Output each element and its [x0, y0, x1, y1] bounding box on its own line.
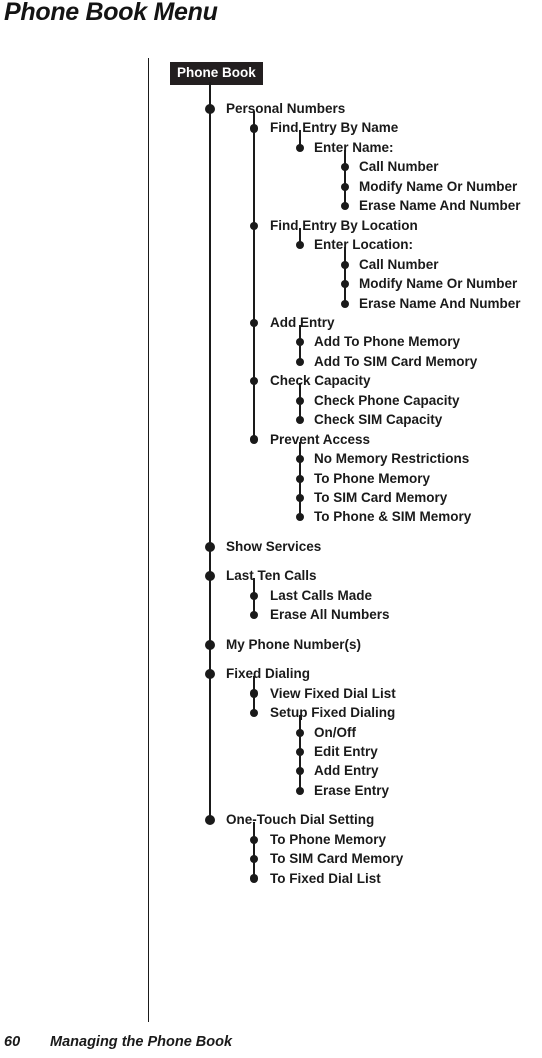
bullet-icon	[249, 318, 259, 328]
bullet-icon	[296, 728, 304, 737]
tree-connector	[209, 109, 211, 821]
tree-node-label: Personal Numbers	[226, 101, 346, 116]
bullet-icon	[249, 611, 259, 620]
tree-node-label: Erase Name And Number	[359, 295, 521, 311]
bullet-icon	[205, 815, 215, 826]
tree-node-label: Find Entry By Name	[270, 120, 399, 136]
bullet-icon	[249, 835, 259, 844]
tree-node-label: To Phone Memory	[314, 470, 431, 486]
bullet-icon	[296, 338, 304, 347]
tree-node-label: Find Entry By Location	[270, 217, 418, 233]
tree-node-label: Erase Name And Number	[359, 198, 521, 214]
bullet-icon	[296, 455, 304, 464]
tree-node-label: View Fixed Dial List	[270, 685, 396, 701]
bullet-icon	[296, 786, 304, 795]
bullet-icon	[341, 260, 349, 269]
tree-node-label: Enter Location:	[314, 237, 414, 253]
tree-node-label: To Phone & SIM Memory	[314, 509, 472, 525]
tree-node-label: Check SIM Capacity	[314, 412, 443, 428]
phone-book-menu-tree: Personal Numbers Find Entry By Name Enter …	[0, 0, 542, 1058]
bullet-icon	[296, 513, 304, 522]
bullet-icon	[249, 377, 259, 386]
tree-node-label: Add To Phone Memory	[314, 334, 461, 350]
tree-node-label: Fixed Dialing	[226, 666, 311, 682]
bullet-icon	[296, 747, 304, 756]
footer-page-number: 60	[4, 1034, 21, 1050]
bullet-icon	[296, 767, 304, 776]
bullet-icon	[296, 494, 304, 502]
tree-node-label: Add Entry	[270, 314, 335, 330]
tree-node-label: To Phone Memory	[270, 831, 387, 847]
bullet-icon	[249, 874, 259, 883]
bullet-icon	[249, 689, 259, 698]
bullet-icon	[341, 280, 349, 289]
tree-node-label: To SIM Card Memory	[270, 851, 404, 867]
tree-node-label: Erase Entry	[314, 782, 390, 798]
tree-node-label: No Memory Restrictions	[314, 451, 470, 467]
bullet-icon	[296, 416, 304, 425]
tree-node-label: One-Touch Dial Setting	[226, 812, 375, 828]
tree-node-label: Last Calls Made	[270, 587, 373, 603]
tree-node-label: Erase All Numbers	[270, 607, 390, 623]
tree-node-label: Edit Entry	[314, 743, 378, 759]
tree-node-label: Setup Fixed Dialing	[270, 705, 396, 721]
tree-node-label: Check Capacity	[270, 373, 371, 389]
tree-node-label: Add To SIM Card Memory	[314, 353, 478, 369]
bullet-icon	[341, 202, 349, 211]
tree-node-label: Call Number	[359, 159, 439, 175]
tree-node-label: Enter Name:	[314, 139, 394, 155]
tree-node-label: My Phone Number(s)	[226, 636, 362, 652]
bullet-icon	[341, 163, 349, 172]
tree-node-label: On/Off	[314, 724, 356, 740]
bullet-icon	[341, 299, 349, 308]
bullet-icon	[296, 474, 304, 483]
bullet-icon	[296, 357, 304, 366]
tree-connector	[299, 459, 301, 518]
bullet-icon	[249, 855, 259, 864]
tree-node-label: Last Ten Calls	[226, 568, 317, 584]
bullet-icon	[205, 104, 215, 114]
tree-node-label: Check Phone Capacity	[314, 392, 460, 408]
footer-section-title: Managing the Phone Book	[50, 1034, 233, 1050]
tree-node-label: Prevent Access	[270, 431, 371, 447]
tree-node-label: To SIM Card Memory	[314, 490, 448, 505]
bullet-icon	[296, 143, 304, 152]
bullet-icon	[205, 541, 215, 552]
bullet-icon	[249, 435, 259, 444]
tree-node-label: Modify Name Or Number	[359, 178, 518, 194]
bullet-icon	[249, 221, 259, 230]
tree-connector	[252, 128, 256, 440]
tree-connector	[299, 732, 301, 791]
bullet-icon	[205, 669, 215, 680]
bullet-icon	[249, 591, 259, 600]
bullet-icon	[205, 639, 215, 650]
bullet-icon	[249, 124, 259, 133]
bullet-icon	[249, 708, 259, 718]
tree-node-label: To Fixed Dial List	[270, 870, 381, 886]
tree-node-label: Modify Name Or Number	[359, 276, 518, 292]
bullet-icon	[296, 396, 304, 405]
tree-node-label: Show Services	[226, 538, 322, 554]
bullet-icon	[296, 241, 304, 250]
bullet-icon	[205, 571, 215, 582]
tree-node-label: Call Number	[359, 256, 439, 272]
tree-node-label: Add Entry	[314, 763, 379, 779]
page-footer: 60 Managing the Phone Book	[4, 1034, 232, 1050]
bullet-icon	[341, 182, 349, 191]
